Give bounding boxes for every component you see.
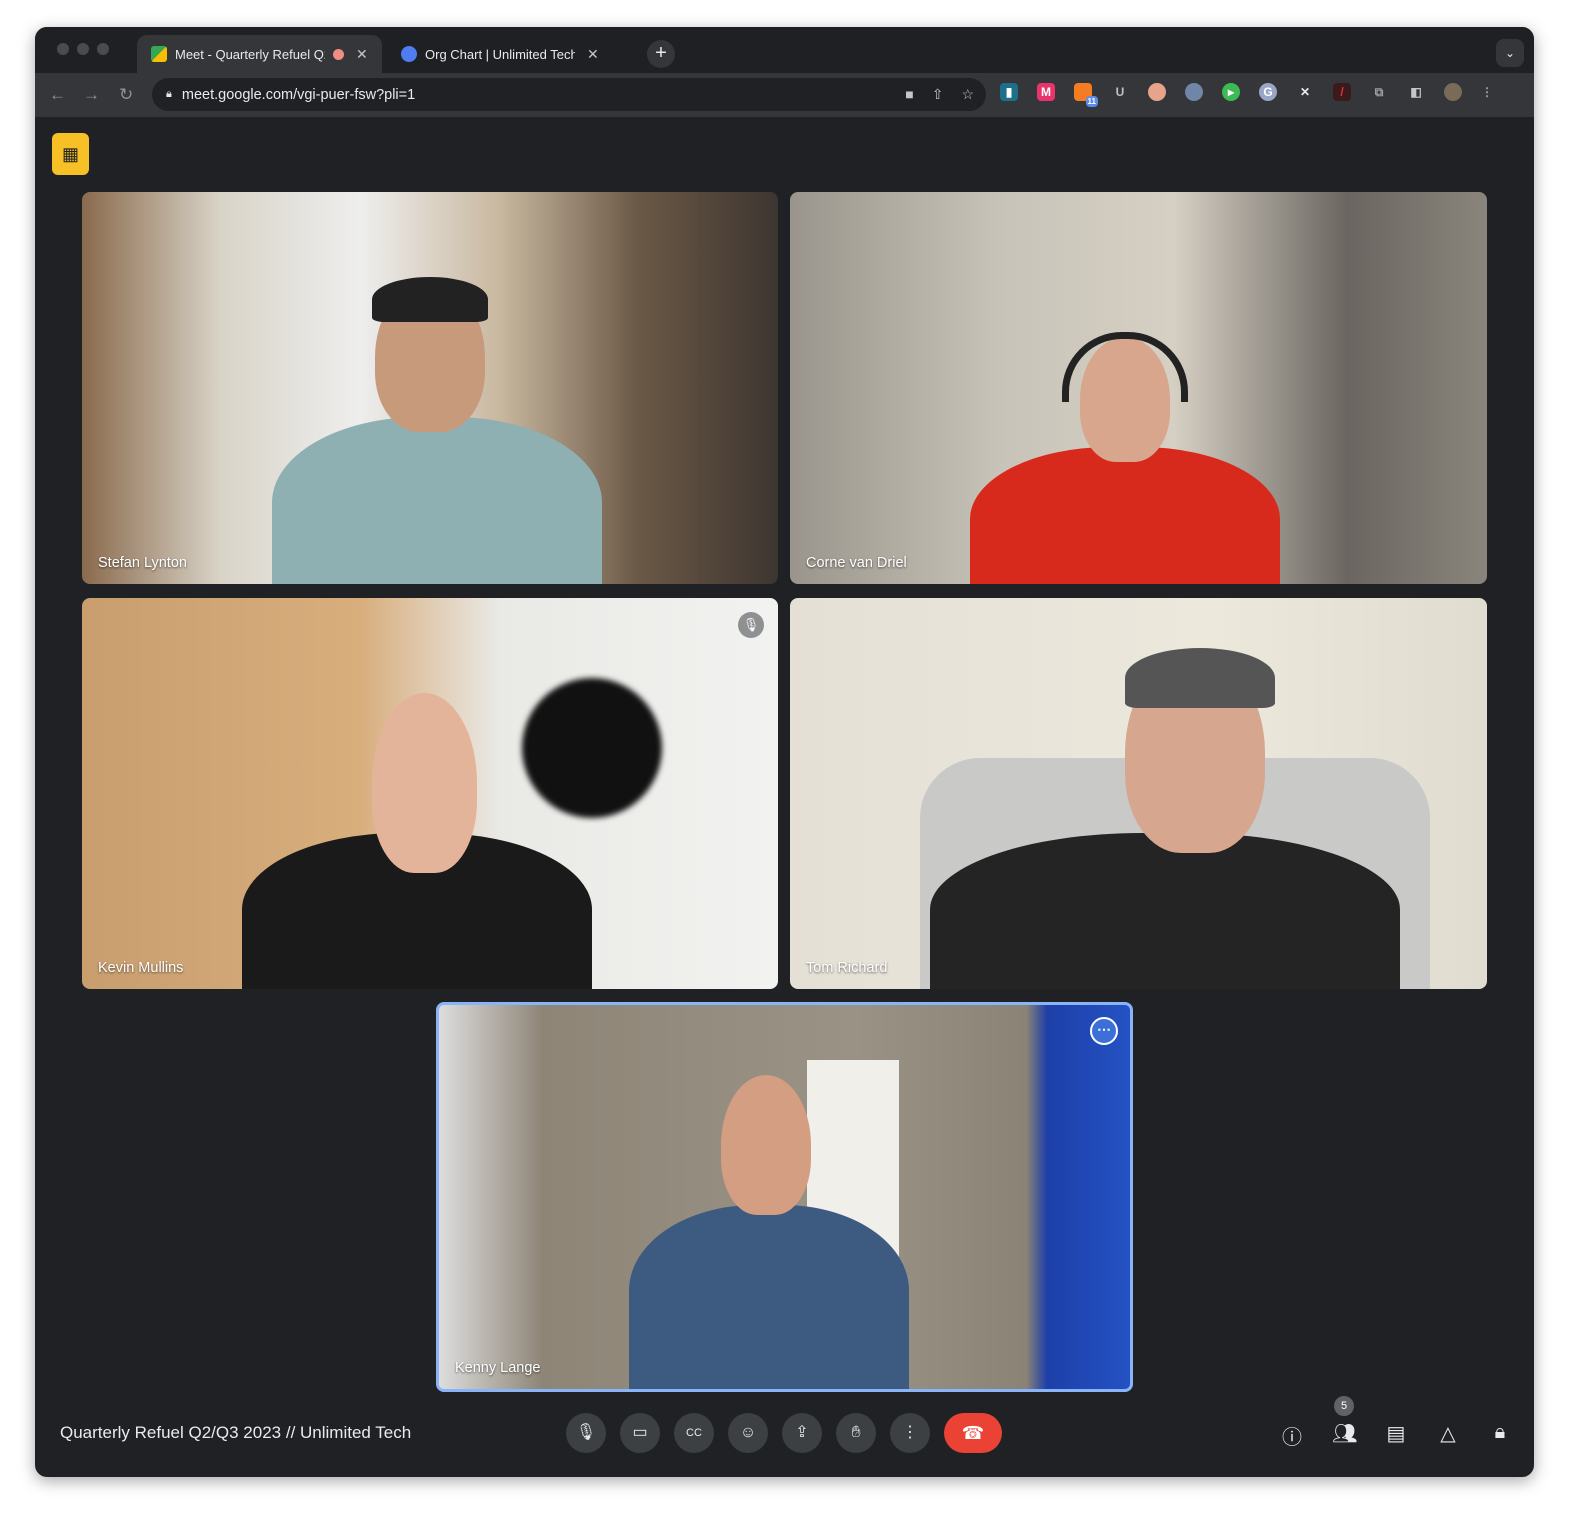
lock-icon: 🔒︎: [166, 88, 172, 100]
tab-org-chart[interactable]: Org Chart | Unlimited Tech Solutions ✕: [387, 35, 613, 73]
present-screen-button[interactable]: ⇪: [782, 1413, 822, 1453]
more-options-button[interactable]: ⋮: [890, 1413, 930, 1453]
side-panel-icon[interactable]: ◧: [1407, 83, 1425, 101]
host-controls-icon[interactable]: 🔒︎: [1488, 1421, 1512, 1450]
extension-icon[interactable]: M: [1037, 83, 1055, 101]
extensions: ▮ M 11 U ▸ G ✕ / ⧉ ◧ ⋮: [1000, 83, 1493, 107]
people-count-badge: 5: [1334, 1396, 1354, 1416]
people-icon[interactable]: 👥︎ 5: [1332, 1396, 1357, 1450]
address-bar[interactable]: 🔒︎ meet.google.com/vgi-puer-fsw?pli=1 ■ ⇧…: [152, 78, 986, 111]
participant-name: Stefan Lynton: [98, 555, 187, 571]
close-tab-icon[interactable]: ✕: [356, 46, 368, 63]
extension-icon[interactable]: ▸: [1222, 83, 1240, 101]
video-tile[interactable]: 🎙︎ Kevin Mullins: [82, 598, 778, 989]
extension-icon[interactable]: ▮: [1000, 83, 1018, 101]
avatar[interactable]: [1444, 83, 1462, 101]
hubspot-icon[interactable]: 11: [1074, 83, 1098, 107]
camera-button[interactable]: ▭: [620, 1413, 660, 1453]
recording-indicator-icon[interactable]: ▦: [52, 133, 89, 175]
google-meet-icon: [151, 46, 167, 62]
reload-icon[interactable]: ↻: [119, 85, 133, 105]
puzzle-icon[interactable]: ⧉: [1370, 83, 1388, 101]
video-tile[interactable]: Tom Richard: [790, 598, 1487, 989]
browser-window: Meet - Quarterly Refuel Q2/Q3 2023 // Un…: [35, 27, 1534, 1477]
recording-icon: [333, 48, 344, 60]
tab-meet[interactable]: Meet - Quarterly Refuel Q2/Q3 2023 // Un…: [137, 35, 382, 73]
raise-hand-button[interactable]: ✋︎: [836, 1413, 876, 1453]
extension-badge: 11: [1085, 96, 1098, 107]
extension-icon[interactable]: [1185, 83, 1203, 101]
tab-bar: Meet - Quarterly Refuel Q2/Q3 2023 // Un…: [35, 27, 1534, 73]
meeting-title: Quarterly Refuel Q2/Q3 2023 // Unlimited…: [60, 1423, 412, 1442]
camera-icon[interactable]: ■: [905, 86, 913, 103]
extension-icon[interactable]: ✕: [1296, 83, 1314, 101]
new-tab-button[interactable]: +: [647, 40, 675, 68]
extension-icon[interactable]: [1148, 83, 1166, 101]
menu-icon[interactable]: ⋮: [1481, 83, 1493, 101]
info-icon[interactable]: ⓘ: [1280, 1421, 1304, 1450]
microphone-button[interactable]: 🎙︎: [566, 1413, 606, 1453]
window-controls[interactable]: [57, 43, 109, 55]
call-controls: 🎙︎ ▭ CC ☺ ⇪ ✋︎ ⋮ ☎︎: [566, 1413, 1002, 1453]
muted-mic-icon: 🎙︎: [738, 612, 764, 638]
extension-icon[interactable]: /: [1333, 83, 1351, 101]
captions-button[interactable]: CC: [674, 1413, 714, 1453]
activities-icon[interactable]: △: [1436, 1421, 1460, 1450]
participant-name: Corne van Driel: [806, 555, 907, 571]
participant-name: Kenny Lange: [455, 1360, 541, 1376]
video-tile-active-speaker[interactable]: ⋯ Kenny Lange: [436, 1002, 1133, 1392]
close-tab-icon[interactable]: ✕: [587, 46, 599, 63]
extension-icon[interactable]: U: [1111, 83, 1129, 101]
grammarly-icon[interactable]: G: [1259, 83, 1277, 101]
share-icon[interactable]: ⇧: [932, 86, 944, 103]
more-options-button[interactable]: ⋯: [1090, 1017, 1118, 1045]
tab-search-button[interactable]: ⌄: [1496, 39, 1524, 67]
participant-name: Tom Richard: [806, 960, 888, 976]
back-icon[interactable]: ←: [49, 85, 66, 105]
url-text: meet.google.com/vgi-puer-fsw?pli=1: [181, 86, 416, 103]
emoji-button[interactable]: ☺: [728, 1413, 768, 1453]
video-tile[interactable]: Corne van Driel: [790, 192, 1487, 584]
video-tile[interactable]: Stefan Lynton: [82, 192, 778, 584]
participant-name: Kevin Mullins: [98, 960, 184, 976]
toolbar: ← → ↻ 🔒︎ meet.google.com/vgi-puer-fsw?pl…: [35, 73, 1534, 117]
meeting-side-controls: ⓘ 👥︎ 5 ▤ △ 🔒︎: [1280, 1396, 1512, 1450]
forward-icon[interactable]: →: [83, 85, 100, 105]
star-icon[interactable]: ☆: [961, 86, 974, 103]
chat-icon[interactable]: ▤: [1384, 1421, 1408, 1450]
org-chart-icon: [401, 46, 417, 62]
end-call-button[interactable]: ☎︎: [944, 1413, 1002, 1453]
